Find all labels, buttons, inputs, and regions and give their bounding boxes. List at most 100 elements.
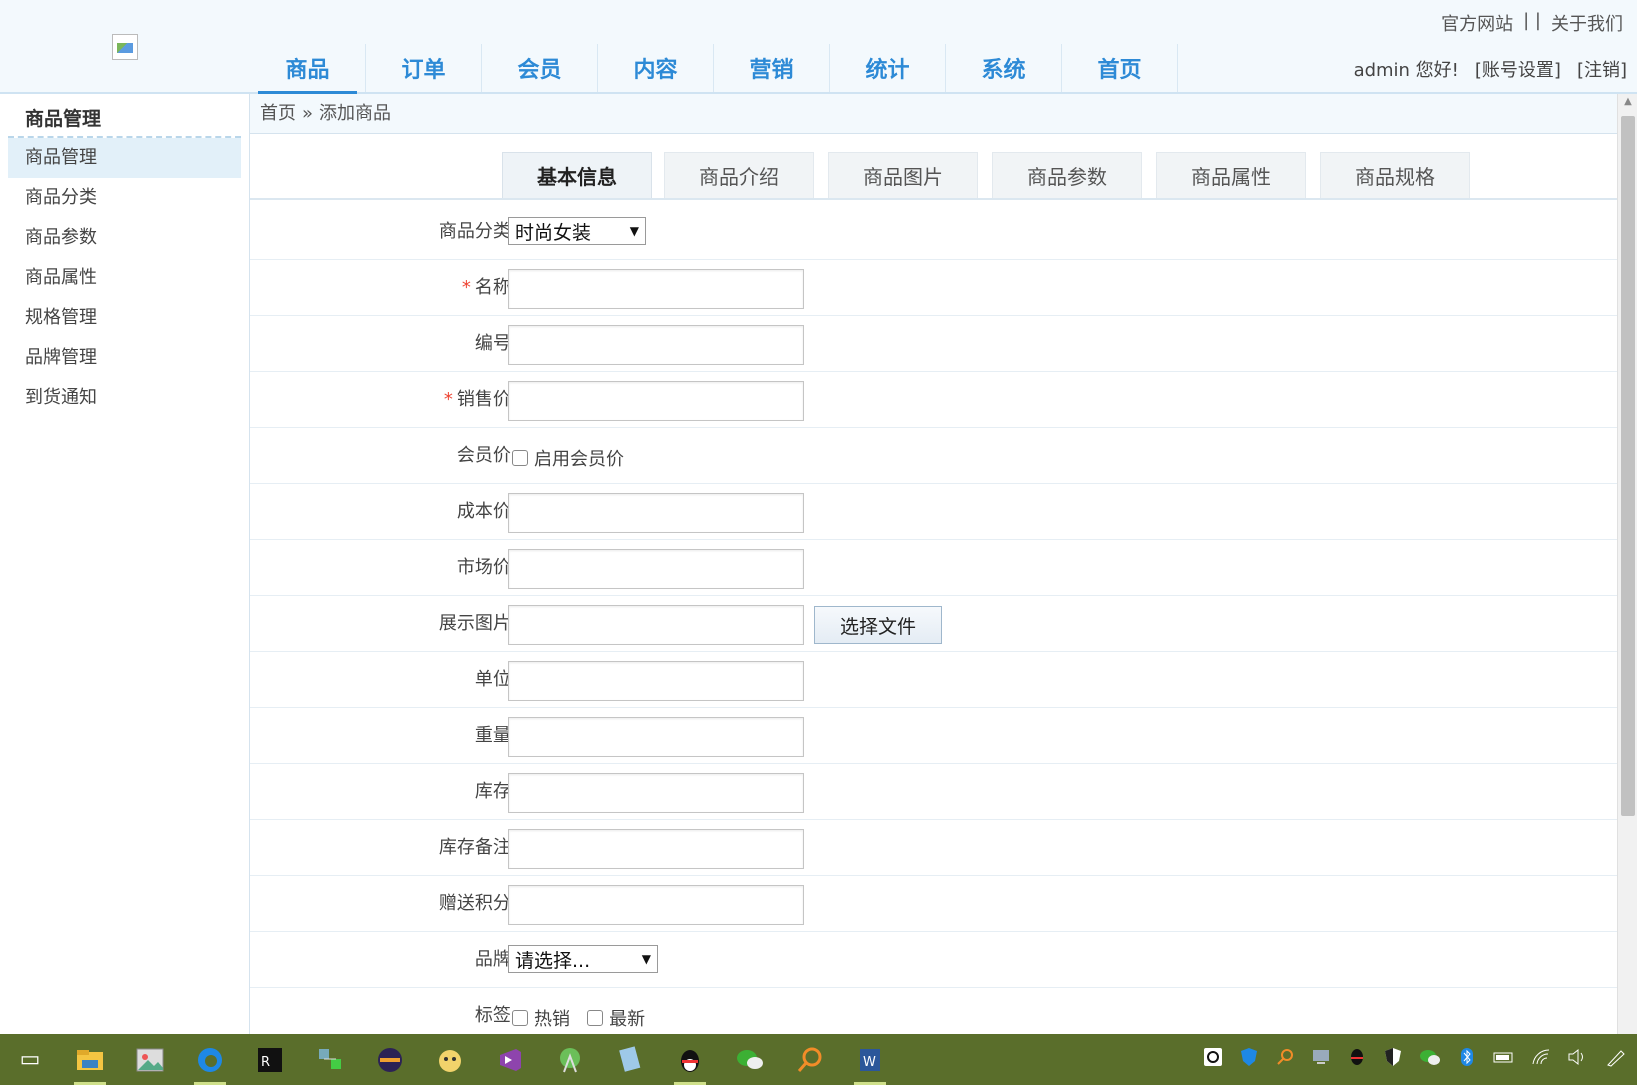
image-path-input[interactable] xyxy=(508,605,804,645)
image-label: 展示图片: xyxy=(438,613,517,634)
computer-icon[interactable] xyxy=(1311,1047,1331,1072)
form-row-code: 编号: xyxy=(250,316,1617,372)
network-icon[interactable] xyxy=(310,1040,350,1080)
tab-images[interactable]: 商品图片 xyxy=(828,152,978,198)
security-icon[interactable] xyxy=(1383,1047,1403,1072)
chevron-down-icon: ▼ xyxy=(641,952,651,966)
search-icon[interactable] xyxy=(1275,1047,1295,1072)
bluetooth-icon[interactable] xyxy=(1457,1047,1477,1072)
notes-icon[interactable] xyxy=(610,1040,650,1080)
photos-icon[interactable] xyxy=(130,1040,170,1080)
cat-icon[interactable] xyxy=(430,1040,470,1080)
scroll-thumb[interactable] xyxy=(1621,116,1635,816)
category-select[interactable]: 时尚女装 ▼ xyxy=(508,217,646,245)
rider-icon[interactable]: R xyxy=(250,1040,290,1080)
form-row-name: * 名称: xyxy=(250,260,1617,316)
unit-input[interactable] xyxy=(508,661,804,701)
nav-orders[interactable]: 订单 xyxy=(366,44,482,92)
page-scrollbar[interactable]: ▲ xyxy=(1617,94,1637,1034)
checkbox-box[interactable] xyxy=(512,450,528,466)
cost-input[interactable] xyxy=(508,493,804,533)
official-site-link[interactable]: 官方网站 xyxy=(1441,10,1513,36)
nav-system[interactable]: 系统 xyxy=(946,44,1062,92)
task-view-icon[interactable]: ▭ xyxy=(10,1040,50,1080)
code-input[interactable] xyxy=(508,325,804,365)
tab-attributes[interactable]: 商品属性 xyxy=(1156,152,1306,198)
weight-input[interactable] xyxy=(508,717,804,757)
wifi-icon[interactable] xyxy=(1531,1047,1551,1072)
stock-note-input[interactable] xyxy=(508,829,804,869)
tag-new-label: 最新 xyxy=(609,1009,646,1030)
battery-icon[interactable] xyxy=(1493,1047,1515,1072)
qq-tray-icon[interactable] xyxy=(1347,1047,1367,1072)
logo-image-icon xyxy=(112,34,138,60)
pen-icon[interactable] xyxy=(1605,1047,1627,1072)
form-row-category: 商品分类: 时尚女装 ▼ xyxy=(250,204,1617,260)
tab-specs[interactable]: 商品规格 xyxy=(1320,152,1470,198)
stock-input[interactable] xyxy=(508,773,804,813)
tab-params[interactable]: 商品参数 xyxy=(992,152,1142,198)
main-nav: 商品 订单 会员 内容 营销 统计 系统 首页 xyxy=(250,44,1178,94)
nav-marketing[interactable]: 营销 xyxy=(714,44,830,92)
visual-studio-icon[interactable] xyxy=(490,1040,530,1080)
form-row-price: * 销售价: xyxy=(250,372,1617,428)
sidebar: 商品管理 商品管理 商品分类 商品参数 商品属性 规格管理 品牌管理 到货通知 xyxy=(0,94,250,1034)
choose-file-button[interactable]: 选择文件 xyxy=(814,606,942,644)
member-price-checkbox[interactable]: 启用会员价 xyxy=(512,445,624,471)
tab-intro[interactable]: 商品介绍 xyxy=(664,152,814,198)
required-mark: * xyxy=(461,277,471,298)
form-row-points: 赠送积分: xyxy=(250,876,1617,932)
tag-hot-checkbox[interactable]: 热销 xyxy=(512,1005,570,1031)
about-us-link[interactable]: 关于我们 xyxy=(1551,10,1623,36)
tab-bar: 基本信息 商品介绍 商品图片 商品参数 商品属性 商品规格 xyxy=(250,152,1617,200)
user-greeting: admin 您好! xyxy=(1353,60,1459,81)
volume-icon[interactable] xyxy=(1567,1047,1589,1072)
form-row-weight: 重量: xyxy=(250,708,1617,764)
sidebar-item-brands[interactable]: 品牌管理 xyxy=(8,338,241,378)
brand-select[interactable]: 请选择... ▼ xyxy=(508,945,658,973)
member-price-label: 会员价: xyxy=(456,445,517,466)
nav-content[interactable]: 内容 xyxy=(598,44,714,92)
breadcrumb-current: 添加商品 xyxy=(319,103,392,124)
nav-goods[interactable]: 商品 xyxy=(250,44,366,94)
nav-statistics[interactable]: 统计 xyxy=(830,44,946,92)
svg-text:W: W xyxy=(863,1055,876,1070)
name-input[interactable] xyxy=(508,269,804,309)
nav-home[interactable]: 首页 xyxy=(1062,44,1178,92)
q-icon[interactable] xyxy=(1203,1047,1223,1072)
scroll-up-arrow-icon[interactable]: ▲ xyxy=(1618,96,1637,112)
eclipse-icon[interactable] xyxy=(370,1040,410,1080)
member-price-option-label: 启用会员价 xyxy=(534,449,624,470)
word-icon[interactable]: W xyxy=(850,1040,890,1085)
checkbox-box[interactable] xyxy=(587,1010,604,1026)
points-input[interactable] xyxy=(508,885,804,925)
tab-basic-info[interactable]: 基本信息 xyxy=(502,152,652,198)
top-links-separator: | | xyxy=(1523,10,1541,31)
edge-icon[interactable] xyxy=(190,1040,230,1085)
tag-new-checkbox[interactable]: 最新 xyxy=(587,1005,645,1031)
account-settings-link[interactable]: [账号设置] xyxy=(1475,56,1561,82)
wechat-tray-icon[interactable] xyxy=(1419,1047,1441,1072)
sidebar-item-goods-manage[interactable]: 商品管理 xyxy=(8,138,241,178)
nav-members[interactable]: 会员 xyxy=(482,44,598,92)
file-explorer-icon[interactable] xyxy=(70,1040,110,1085)
sidebar-item-attributes[interactable]: 商品属性 xyxy=(8,258,241,298)
qq-icon[interactable] xyxy=(670,1040,710,1085)
system-tray xyxy=(1203,1034,1627,1085)
form-row-market: 市场价: xyxy=(250,540,1617,596)
android-studio-icon[interactable] xyxy=(550,1040,590,1080)
form-row-brand: 品牌: 请选择... ▼ xyxy=(250,932,1617,988)
shield-icon[interactable] xyxy=(1239,1047,1259,1072)
sidebar-item-specs[interactable]: 规格管理 xyxy=(8,298,241,338)
form-row-stock-note: 库存备注: xyxy=(250,820,1617,876)
checkbox-box[interactable] xyxy=(512,1010,528,1026)
price-input[interactable] xyxy=(508,381,804,421)
sidebar-item-category[interactable]: 商品分类 xyxy=(8,178,241,218)
search-tool-icon[interactable] xyxy=(790,1040,830,1080)
sidebar-item-arrival-notice[interactable]: 到货通知 xyxy=(8,378,241,418)
market-input[interactable] xyxy=(508,549,804,589)
wechat-icon[interactable] xyxy=(730,1040,770,1080)
sidebar-item-params[interactable]: 商品参数 xyxy=(8,218,241,258)
logout-link[interactable]: [注销] xyxy=(1577,56,1627,82)
breadcrumb-home[interactable]: 首页 xyxy=(260,94,296,133)
